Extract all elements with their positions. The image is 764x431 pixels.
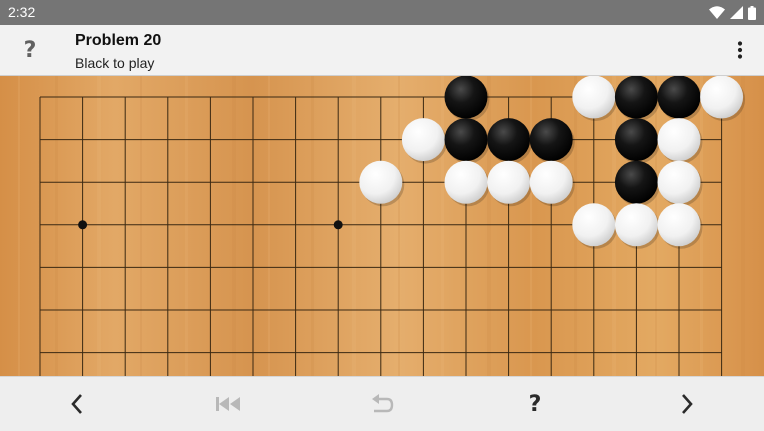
wood-grain-streak	[352, 76, 356, 376]
black-stone	[657, 76, 701, 119]
black-stone	[487, 118, 531, 162]
status-icons	[709, 5, 756, 20]
previous-problem-button[interactable]	[45, 377, 109, 431]
wood-grain-streak	[441, 76, 444, 376]
wood-grain-streak	[487, 76, 491, 376]
white-stone	[657, 118, 701, 162]
go-board[interactable]	[0, 76, 764, 376]
white-stone	[572, 203, 616, 247]
battery-icon	[748, 5, 756, 20]
skip-to-start-icon	[216, 397, 240, 411]
app-bar: ? Problem 20 Black to play	[0, 25, 764, 76]
white-stone	[657, 203, 701, 247]
white-stone	[487, 160, 531, 204]
wood-grain-streak	[398, 76, 400, 376]
wood-grain-streak	[232, 76, 236, 376]
wood-grain-streak	[140, 76, 142, 376]
problem-subtitle: Black to play	[75, 55, 155, 71]
white-stone	[572, 76, 616, 119]
black-stone	[614, 160, 658, 204]
black-stone	[529, 118, 573, 162]
black-stone	[444, 76, 488, 119]
wood-grain-streak	[18, 76, 20, 376]
white-stone	[614, 203, 658, 247]
white-stone	[359, 160, 403, 204]
more-vert-icon	[737, 41, 743, 59]
undo-button[interactable]	[350, 377, 414, 431]
cellular-signal-icon	[730, 6, 743, 19]
white-stone	[444, 160, 488, 204]
status-bar: 2:32	[0, 0, 764, 25]
wood-grain-streak	[55, 76, 58, 376]
restart-button[interactable]	[197, 377, 261, 431]
white-stone	[700, 76, 744, 119]
wifi-icon	[709, 6, 725, 19]
help-icon: ?	[23, 37, 37, 63]
bottom-nav-bar: ?	[0, 376, 764, 431]
wood-grain-streak	[741, 76, 745, 376]
white-stone	[529, 160, 573, 204]
undo-icon	[372, 394, 394, 413]
chevron-left-icon	[71, 394, 82, 414]
white-stone	[401, 118, 445, 162]
next-problem-button[interactable]	[655, 377, 719, 431]
wood-grain-streak	[185, 76, 188, 376]
star-point	[333, 220, 343, 230]
hint-button[interactable]: ?	[503, 377, 567, 431]
wood-grain-streak	[268, 76, 270, 376]
black-stone	[614, 118, 658, 162]
overflow-menu-button[interactable]	[726, 31, 754, 69]
wood-grain-streak	[97, 76, 101, 376]
chevron-right-icon	[682, 394, 693, 414]
black-stone	[614, 76, 658, 119]
wood-grain-streak	[530, 76, 532, 376]
hint-icon: ?	[528, 391, 542, 417]
star-point	[78, 220, 88, 230]
go-board-area	[0, 76, 764, 376]
help-button[interactable]: ?	[10, 29, 50, 71]
status-time: 2:32	[8, 4, 36, 20]
white-stone	[657, 160, 701, 204]
black-stone	[444, 118, 488, 162]
problem-title: Problem 20	[75, 32, 162, 49]
wood-grain-streak	[311, 76, 314, 376]
